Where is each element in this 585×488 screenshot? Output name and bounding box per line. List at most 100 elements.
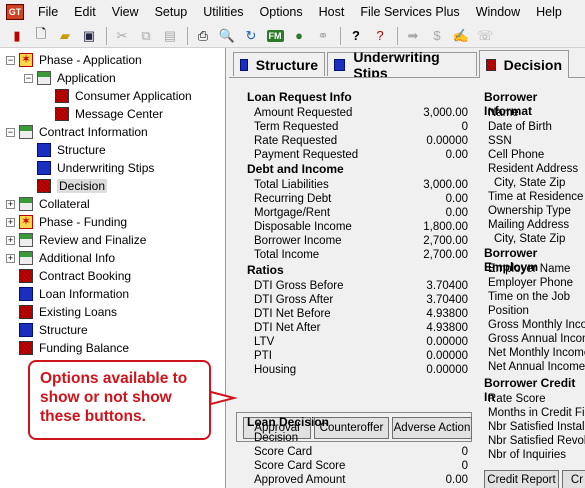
- dollar-icon[interactable]: $: [426, 26, 448, 46]
- open-icon[interactable]: 🗋: [30, 26, 52, 46]
- fm-icon[interactable]: FM: [264, 26, 286, 46]
- star-node-icon: [19, 214, 33, 229]
- print-icon[interactable]: ⎙: [192, 26, 214, 46]
- credit-button[interactable]: Cr: [562, 470, 585, 488]
- tree-item-phase-funding[interactable]: + Phase - Funding: [6, 213, 127, 231]
- cut-icon[interactable]: ✂: [111, 26, 133, 46]
- tree-item-label: Loan Information: [39, 287, 130, 301]
- debt-income-label: Borrower Income: [254, 235, 342, 247]
- tree-item-label: Funding Balance: [39, 341, 130, 355]
- tree-item-label: Phase - Funding: [39, 215, 128, 229]
- paste-icon[interactable]: ▤: [159, 26, 181, 46]
- tree-item-application[interactable]: − Application: [24, 69, 116, 87]
- help-icon[interactable]: ?: [345, 26, 367, 46]
- network-icon[interactable]: ⚭: [312, 26, 334, 46]
- open-folder-icon[interactable]: ▰: [54, 26, 76, 46]
- borrower-info-label: Time at Residence: [488, 191, 584, 203]
- sign-icon[interactable]: ✍: [450, 26, 472, 46]
- borrower-info-label: City, State Zip: [494, 233, 566, 245]
- tab-decision[interactable]: Decision: [479, 50, 569, 78]
- menu-utilities[interactable]: Utilities: [195, 0, 251, 24]
- preview-icon[interactable]: 🔍: [216, 26, 238, 46]
- loan-decision-label: Score Card Score: [254, 460, 346, 472]
- refresh-icon[interactable]: ↻: [240, 26, 262, 46]
- expand-icon[interactable]: +: [6, 235, 15, 245]
- tree-item-label: Collateral: [39, 197, 90, 211]
- tree-item-loan-information[interactable]: Loan Information: [6, 285, 129, 303]
- menu-edit[interactable]: Edit: [66, 0, 104, 24]
- menu-view[interactable]: View: [104, 0, 147, 24]
- new-icon[interactable]: ▮: [6, 26, 28, 46]
- tree-item-consumer-application[interactable]: Consumer Application: [42, 87, 192, 105]
- tree-item-contract-information[interactable]: − Contract Information: [6, 123, 148, 141]
- ratios-value: 0.00000: [426, 350, 468, 362]
- expand-icon[interactable]: +: [6, 217, 15, 227]
- tree-item-label: Application: [57, 71, 116, 85]
- borrower-info-label: Date of Birth: [488, 121, 552, 133]
- tree-item-underwriting-stips[interactable]: Underwriting Stips: [24, 159, 154, 177]
- tree-item-existing-loans[interactable]: Existing Loans: [6, 303, 117, 321]
- debt-income-value: 1,800.00: [423, 221, 468, 233]
- tab-structure[interactable]: Structure: [233, 52, 325, 76]
- borrower-info-label: Ownership Type: [488, 205, 571, 217]
- copy-icon[interactable]: ⧉: [135, 26, 157, 46]
- borrower-info-label: Cell Phone: [488, 149, 545, 161]
- menu-host[interactable]: Host: [311, 0, 353, 24]
- globe-icon[interactable]: ●: [288, 26, 310, 46]
- red-node-icon: [19, 305, 33, 319]
- menu-bar: GT File Edit View Setup Utilities Option…: [0, 0, 585, 24]
- ratios-value: 0.00000: [426, 336, 468, 348]
- loan-decision-value: 0: [461, 446, 468, 458]
- debt-income-value: 2,700.00: [423, 235, 468, 247]
- ratios-label: DTI Gross After: [254, 294, 334, 306]
- menu-window[interactable]: Window: [468, 0, 528, 24]
- tree-item-funding-balance[interactable]: Funding Balance: [6, 339, 129, 357]
- tree-item-structure[interactable]: Structure: [24, 141, 106, 159]
- tab-underwriting-stips[interactable]: Underwriting Stips: [327, 49, 477, 81]
- credit-report-button[interactable]: Credit Report: [484, 470, 559, 488]
- loan-decision-label: Approved Amount: [254, 474, 346, 486]
- borrower-employment-label: Net Annual Income: [488, 361, 585, 373]
- app-logo-icon[interactable]: GT: [6, 4, 24, 20]
- tree-item-phase-application[interactable]: − Phase - Application: [6, 51, 142, 69]
- save-icon[interactable]: ▣: [78, 26, 100, 46]
- debt-income-heading: Debt and Income: [247, 162, 344, 176]
- tree-item-message-center[interactable]: Message Center: [42, 105, 163, 123]
- menu-file[interactable]: File: [30, 0, 66, 24]
- red-node-icon: [55, 89, 69, 103]
- menu-help[interactable]: Help: [528, 0, 570, 24]
- borrower-info-label: Name: [488, 107, 519, 119]
- tab-label: Structure: [255, 56, 318, 73]
- tab-label: Underwriting Stips: [353, 48, 440, 81]
- toolbar: ▮ 🗋 ▰ ▣ ✂ ⧉ ▤ ⎙ 🔍 ↻ FM ● ⚭ ? ? ➡ $ ✍ ☏: [0, 24, 585, 48]
- tree-item-structure[interactable]: Structure: [6, 321, 88, 339]
- tree-item-additional-info[interactable]: + Additional Info: [6, 249, 115, 267]
- collapse-icon[interactable]: −: [24, 73, 33, 83]
- book-node-icon: [19, 197, 33, 211]
- tree-item-contract-booking[interactable]: Contract Booking: [6, 267, 131, 285]
- borrower-credit-label: Nbr Satisfied Revolvi: [488, 435, 585, 447]
- menu-options[interactable]: Options: [252, 0, 311, 24]
- loan-decision-heading: Loan Decision: [247, 415, 330, 429]
- tree-item-review-and-finalize[interactable]: + Review and Finalize: [6, 231, 146, 249]
- menu-setup[interactable]: Setup: [147, 0, 196, 24]
- ratios-heading: Ratios: [247, 263, 284, 277]
- whats-this-icon[interactable]: ?: [369, 26, 391, 46]
- collapse-icon[interactable]: −: [6, 127, 15, 137]
- tree-item-label: Underwriting Stips: [57, 161, 155, 175]
- collapse-icon[interactable]: −: [6, 55, 15, 65]
- callout-note: Options available to show or not show th…: [28, 360, 211, 440]
- expand-icon[interactable]: +: [6, 253, 15, 263]
- tree-item-label: Contract Information: [39, 125, 148, 139]
- tree-item-decision[interactable]: Decision: [24, 177, 108, 195]
- adverse-action-button[interactable]: Adverse Action: [392, 417, 472, 439]
- expand-icon[interactable]: +: [6, 199, 15, 209]
- tab-label: Decision: [503, 56, 562, 73]
- arrow-icon[interactable]: ➡: [402, 26, 424, 46]
- tree-item-label: Existing Loans: [39, 305, 118, 319]
- decision-panel: Approval Counteroffer Adverse Action Cre…: [229, 78, 585, 488]
- tree-item-collateral[interactable]: + Collateral: [6, 195, 90, 213]
- borrower-info-label: City, State Zip: [494, 177, 566, 189]
- phone-icon[interactable]: ☏: [474, 26, 496, 46]
- menu-file-services-plus[interactable]: File Services Plus: [352, 0, 467, 24]
